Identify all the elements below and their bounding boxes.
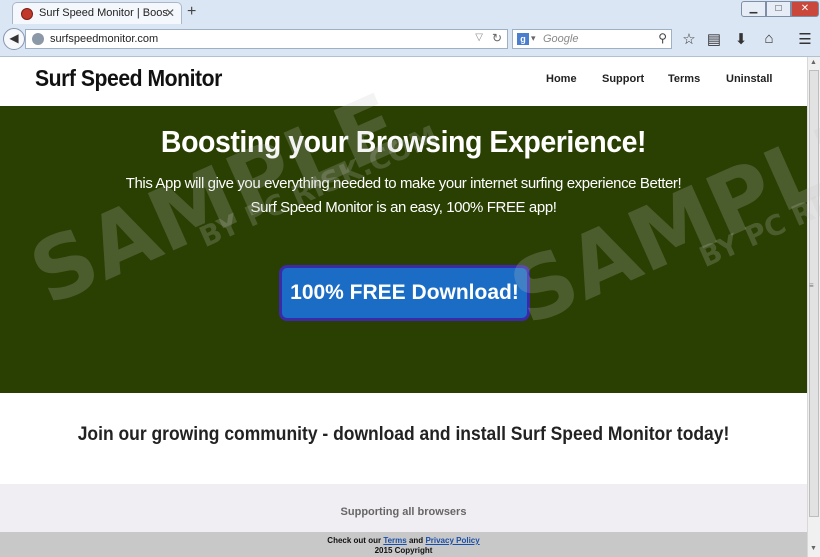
footer-privacy-link[interactable]: Privacy Policy <box>425 536 479 545</box>
back-button[interactable]: ◀ <box>3 28 25 50</box>
google-engine-icon[interactable]: g <box>517 33 529 45</box>
footer-terms-link[interactable]: Terms <box>383 536 406 545</box>
bookmark-star-icon[interactable]: ☆ <box>679 30 699 48</box>
nav-home[interactable]: Home <box>546 73 577 85</box>
nav-support[interactable]: Support <box>602 73 644 85</box>
site-favicon-icon <box>21 8 33 20</box>
reload-icon[interactable]: ↻ <box>492 31 502 45</box>
page-scrollbar[interactable]: ▲ ≡ ▼ <box>807 57 820 557</box>
free-download-button[interactable]: 100% FREE Download! <box>279 265 530 321</box>
nav-terms[interactable]: Terms <box>668 73 700 85</box>
browser-chrome: Surf Speed Monitor | Boost... ✕ + ▁ □ ✕ … <box>0 0 820 57</box>
scroll-up-icon[interactable]: ▲ <box>810 59 817 66</box>
tab-title: Surf Speed Monitor | Boost... <box>39 7 167 19</box>
hero-subtitle-line1: This App will give you everything needed… <box>125 175 682 192</box>
search-bar[interactable]: g ▾ Google ⚲ <box>512 29 672 49</box>
footer-prefix: Check out our <box>327 536 382 545</box>
globe-icon <box>32 33 44 45</box>
menu-hamburger-icon[interactable]: ☰ <box>795 30 815 48</box>
engine-dropdown-icon[interactable]: ▾ <box>531 33 536 44</box>
arrow-left-icon: ◀ <box>9 31 19 45</box>
hero-section: Boosting your Browsing Experience! This … <box>0 106 807 393</box>
hero-subtitle-line2: Surf Speed Monitor is an easy, 100% FREE… <box>250 199 557 216</box>
supporting-browsers-section: Supporting all browsers <box>0 484 807 532</box>
nav-uninstall[interactable]: Uninstall <box>726 73 772 85</box>
site-logo[interactable]: Surf Speed Monitor <box>35 65 222 92</box>
home-icon[interactable]: ⌂ <box>759 30 779 47</box>
browser-tab[interactable]: Surf Speed Monitor | Boost... ✕ <box>12 2 182 24</box>
window-minimize-button[interactable]: ▁ <box>741 1 766 17</box>
url-text[interactable]: surfspeedmonitor.com <box>50 33 158 45</box>
window-maximize-button[interactable]: □ <box>766 1 791 17</box>
footer-links-line: Check out our Terms and Privacy Policy <box>0 536 807 545</box>
tab-close-icon[interactable]: ✕ <box>165 6 175 20</box>
footer-copyright: 2015 Copyright <box>374 546 433 555</box>
search-placeholder[interactable]: Google <box>543 33 578 45</box>
hero-title: Boosting your Browsing Experience! <box>160 124 647 159</box>
search-icon[interactable]: ⚲ <box>658 31 667 45</box>
footer: Check out our Terms and Privacy Policy 2… <box>0 532 807 557</box>
scrollbar-thumb[interactable] <box>809 70 819 517</box>
scroll-down-icon[interactable]: ▼ <box>810 545 817 552</box>
new-tab-button[interactable]: + <box>187 3 196 21</box>
scroll-grip-icon: ≡ <box>809 281 814 290</box>
url-dropdown-icon[interactable]: ▽ <box>475 32 483 43</box>
window-close-button[interactable]: ✕ <box>791 1 819 17</box>
url-bar[interactable]: surfspeedmonitor.com ▽ ↻ <box>25 29 508 49</box>
download-arrow-icon[interactable]: ⬇ <box>731 30 751 48</box>
community-heading: Join our growing community - download an… <box>77 424 730 445</box>
supporting-browsers-text: Supporting all browsers <box>340 506 467 518</box>
site-header: Surf Speed Monitor Home Support Terms Un… <box>0 57 807 106</box>
bookmarks-menu-icon[interactable]: ▤ <box>704 30 724 48</box>
footer-and: and <box>408 536 424 545</box>
